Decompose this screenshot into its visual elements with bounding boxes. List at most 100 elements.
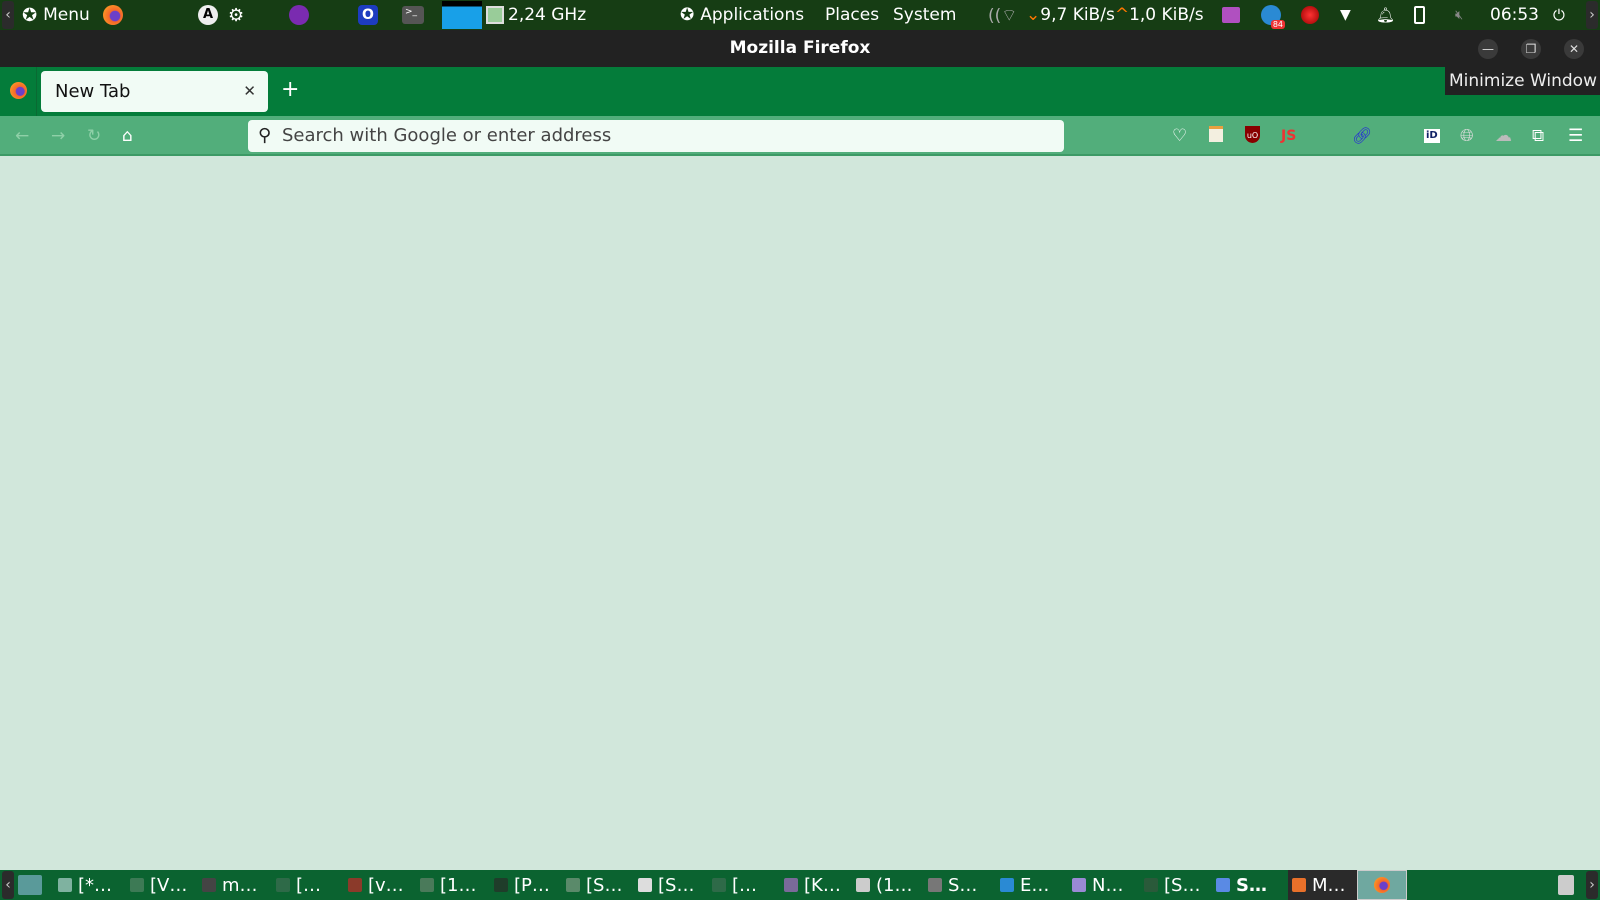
taskbar-item[interactable]: S…	[1216, 870, 1267, 900]
battery-indicator[interactable]	[1414, 0, 1425, 30]
firefox-icon	[103, 5, 123, 25]
taskbar-item-label: N…	[1092, 874, 1124, 896]
recorder-indicator[interactable]	[1301, 0, 1319, 30]
id-extension-icon[interactable]: iD	[1424, 129, 1440, 143]
panel-scroll-left[interactable]: ‹	[2, 0, 14, 30]
tab-strip: New Tab ✕ +	[0, 67, 1600, 116]
telegram-indicator[interactable]: 84	[1261, 0, 1285, 30]
system-menu[interactable]: System	[893, 0, 956, 30]
taskbar-item[interactable]: [v…	[348, 870, 404, 900]
power-button[interactable]: ⏻	[1553, 0, 1565, 30]
taskbar-scroll-right[interactable]: ›	[1586, 870, 1598, 900]
ublock-origin-icon[interactable]: uO	[1245, 126, 1260, 143]
taskbar-item[interactable]: […	[712, 870, 757, 900]
firefox-view-button[interactable]	[10, 82, 27, 103]
reload-button[interactable]: ↻	[87, 126, 101, 146]
taskbar-item[interactable]: [1…	[420, 870, 476, 900]
taskbar-item-firefox-active[interactable]	[1357, 870, 1407, 900]
taskbar-item[interactable]: [V…	[130, 870, 187, 900]
app-icon	[784, 878, 798, 892]
tab-new-tab[interactable]: New Tab ✕	[41, 71, 268, 112]
firefox-launcher[interactable]	[103, 0, 123, 30]
taskbar-item-label: (1…	[876, 874, 913, 896]
notifications-indicator[interactable]: 🔔︎	[1376, 0, 1395, 30]
font-icon: A	[198, 5, 218, 25]
taskbar-item[interactable]: (1…	[856, 870, 912, 900]
taskbar-item[interactable]: m…	[202, 870, 258, 900]
firefox-icon	[10, 82, 27, 99]
maximize-button[interactable]: ❐	[1521, 39, 1541, 59]
home-button[interactable]: ⌂	[122, 126, 133, 146]
opera-launcher[interactable]: O	[358, 0, 378, 30]
taskbar-item[interactable]: E…	[1000, 870, 1049, 900]
window-titlebar[interactable]: Mozilla Firefox — ❐ ✕	[0, 30, 1600, 67]
desktop-icon	[18, 875, 42, 895]
close-window-button[interactable]: ✕	[1564, 39, 1584, 59]
wifi-signal-icon[interactable]: ((⌔	[988, 0, 1017, 30]
taskbar-item[interactable]: M…	[1288, 870, 1358, 900]
applications-menu[interactable]: ✪ Applications	[680, 0, 804, 30]
pocket-button[interactable]: ♡	[1172, 126, 1187, 146]
app-icon	[1144, 878, 1158, 892]
taskbar-item[interactable]: [K…	[784, 870, 841, 900]
link-extension-icon[interactable]: 🔗︎	[1352, 126, 1372, 146]
trash-button[interactable]	[1558, 870, 1574, 900]
extensions-button[interactable]: ⧉	[1532, 126, 1544, 146]
globe-extension-icon[interactable]: 🌐︎	[1460, 126, 1474, 146]
ubuntu-icon: ✪	[22, 4, 38, 26]
minimize-icon: —	[1482, 42, 1494, 56]
taskbar-item[interactable]: [S…	[566, 870, 622, 900]
taskbar-scroll-left[interactable]: ‹	[2, 870, 14, 900]
taskbar-item-label: E…	[1020, 874, 1050, 896]
terminal-launcher[interactable]: >_	[402, 0, 424, 30]
trash-icon	[1558, 875, 1574, 895]
taskbar-item[interactable]: [S…	[638, 870, 694, 900]
top-panel: ‹ ✪ Menu A ⚙ O >_ 2,24 GHz ✪ Applications …	[0, 0, 1600, 30]
taskbar-item-label: [S…	[586, 874, 623, 896]
taskbar-item[interactable]: S…	[928, 870, 977, 900]
app-icon	[420, 878, 434, 892]
panel-scroll-right[interactable]: ›	[1586, 0, 1598, 30]
nav-toolbar: ← → ↻ ⌂ ⚲ Search with Google or enter ad…	[0, 116, 1600, 156]
volume-indicator[interactable]: 🔇︎	[1455, 0, 1463, 30]
settings-launcher[interactable]: ⚙	[228, 0, 244, 30]
taskbar-item-label: [*…	[78, 874, 113, 896]
clock[interactable]: 06:53	[1490, 0, 1539, 30]
bell-icon: 🔔︎	[1376, 6, 1396, 24]
new-tab-button[interactable]: +	[281, 77, 299, 102]
taskbar-item-label: [S…	[1164, 874, 1201, 896]
cloud-extension-icon[interactable]: ☁	[1495, 126, 1512, 146]
taskbar-item[interactable]: […	[276, 870, 321, 900]
close-tab-icon[interactable]: ✕	[243, 71, 256, 112]
minimize-button[interactable]: —	[1478, 39, 1498, 59]
opera-icon: O	[358, 5, 378, 25]
tor-launcher[interactable]	[289, 0, 309, 30]
wifi-indicator[interactable]: ▼	[1340, 0, 1351, 30]
menu-button[interactable]: ✪ Menu	[22, 0, 90, 30]
noscript-js-icon[interactable]: JS	[1281, 126, 1296, 146]
show-desktop-button[interactable]	[18, 870, 42, 900]
audio-app-indicator[interactable]	[1222, 0, 1240, 30]
taskbar-item-label: [P…	[514, 874, 550, 896]
url-input[interactable]: Search with Google or enter address	[282, 125, 611, 146]
taskbar-item[interactable]: [*…	[58, 870, 112, 900]
page-content	[0, 158, 1600, 870]
url-bar[interactable]: ⚲ Search with Google or enter address	[248, 120, 1064, 152]
app-icon	[856, 878, 870, 892]
app-icon	[58, 878, 72, 892]
telegram-icon: 84	[1261, 5, 1285, 29]
network-speed: ⌄ 9,7 KiB/s ^ 1,0 KiB/s	[1026, 5, 1204, 25]
places-menu[interactable]: Places	[825, 0, 879, 30]
tor-icon	[289, 5, 309, 25]
taskbar-item[interactable]: [S…	[1144, 870, 1200, 900]
notes-extension-icon[interactable]	[1209, 126, 1223, 142]
menu-hamburger-button[interactable]: ☰	[1568, 126, 1583, 146]
forward-button[interactable]: →	[51, 126, 65, 146]
app-icon	[494, 878, 508, 892]
power-icon: ⏻	[1553, 6, 1565, 24]
taskbar-item-label: S…	[948, 874, 978, 896]
back-button[interactable]: ←	[15, 126, 29, 146]
accessibility-launcher[interactable]: A	[198, 0, 218, 30]
taskbar-item[interactable]: [P…	[494, 870, 550, 900]
taskbar-item[interactable]: N…	[1072, 870, 1123, 900]
